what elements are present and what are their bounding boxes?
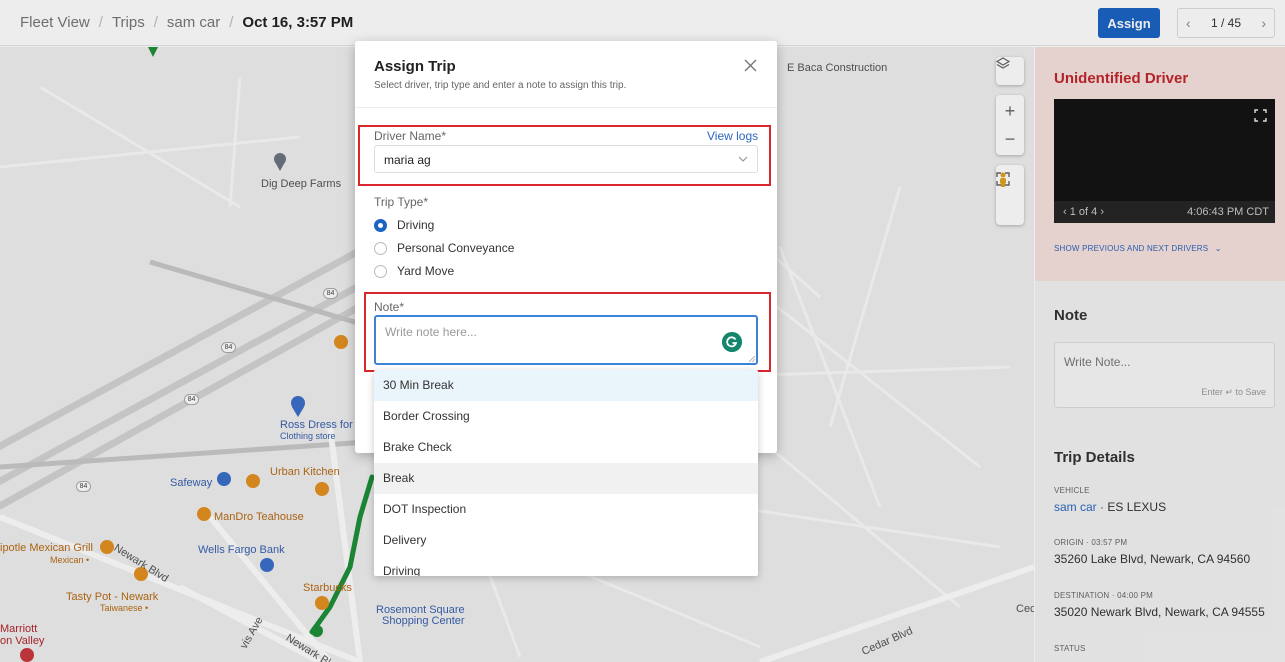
trip-type-personal-conveyance[interactable]: Personal Conveyance (374, 241, 514, 255)
dropdown-option[interactable]: DOT Inspection (374, 494, 758, 525)
note-suggestions-dropdown: 30 Min Break Border Crossing Brake Check… (374, 370, 758, 576)
radio-unchecked[interactable] (374, 264, 387, 278)
dropdown-option[interactable]: Delivery (374, 525, 758, 556)
dropdown-option[interactable]: Driving (374, 556, 758, 576)
dropdown-option[interactable]: Break (374, 463, 758, 494)
modal-divider (355, 107, 777, 108)
dropdown-option[interactable]: 30 Min Break (374, 370, 758, 401)
highlight-note (364, 292, 771, 372)
trip-type-yard-move[interactable]: Yard Move (374, 264, 454, 278)
trip-type-driving-label: Driving (397, 218, 435, 232)
trip-type-driving[interactable]: Driving (374, 218, 434, 232)
highlight-driver-name (358, 125, 771, 186)
modal-subtitle: Select driver, trip type and enter a not… (374, 80, 627, 91)
radio-unchecked[interactable] (374, 241, 387, 255)
trip-type-personal-conveyance-label: Personal Conveyance (397, 241, 515, 255)
close-icon[interactable] (743, 58, 758, 73)
trip-type-yard-move-label: Yard Move (397, 264, 455, 278)
modal-title: Assign Trip (374, 58, 456, 75)
dropdown-option[interactable]: Border Crossing (374, 401, 758, 432)
radio-checked[interactable] (374, 218, 387, 232)
dropdown-option[interactable]: Brake Check (374, 432, 758, 463)
trip-type-label: Trip Type* (374, 195, 429, 209)
